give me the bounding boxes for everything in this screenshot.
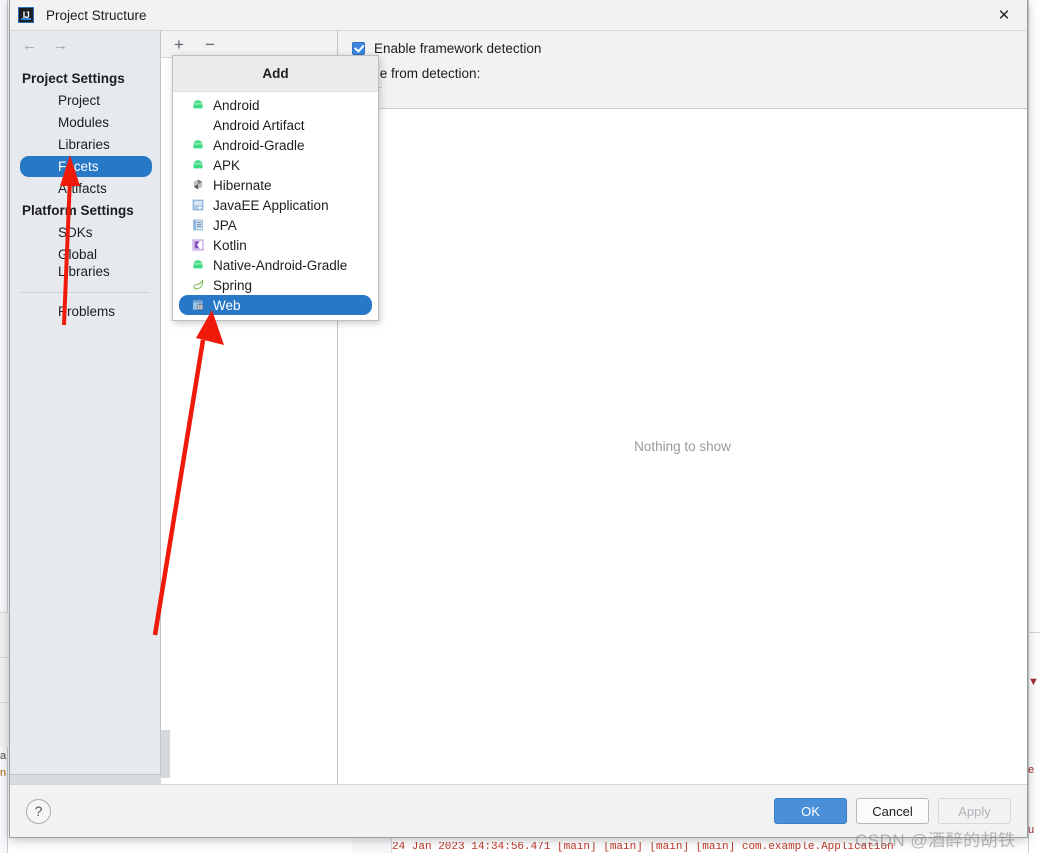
sidebar-item-facets[interactable]: Facets: [20, 156, 152, 177]
menu-item-label: Hibernate: [213, 177, 272, 193]
facet-detail-panel: Enable framework detection clude from de…: [338, 31, 1027, 784]
add-menu-header: Add: [173, 56, 378, 92]
close-icon[interactable]: ✕: [981, 0, 1027, 30]
ok-button[interactable]: OK: [774, 798, 847, 824]
framework-detection-box: Enable framework detection clude from de…: [338, 31, 1027, 109]
project-structure-dialog: IJ Project Structure ✕ ← → Project Setti…: [9, 0, 1028, 838]
menu-item-android-gradle[interactable]: Android-Gradle: [173, 135, 378, 155]
menu-item-label: JavaEE Application: [213, 197, 329, 213]
help-button[interactable]: ?: [26, 798, 51, 824]
background-right-column: [1028, 0, 1040, 853]
background-console-gutter: [352, 836, 392, 853]
apply-button: Apply: [938, 798, 1011, 824]
menu-item-javaee-application[interactable]: JavaEE Application: [173, 195, 378, 215]
add-facet-button[interactable]: +: [169, 34, 189, 54]
menu-item-label: Web: [213, 297, 241, 313]
menu-item-web[interactable]: Web: [179, 295, 372, 315]
blank-icon: [191, 118, 205, 132]
background-left-tab-3: [0, 702, 9, 747]
sidebar-item-global-libraries[interactable]: Global Libraries: [20, 244, 152, 282]
background-left-tab-1: [0, 612, 9, 657]
detail-empty-area: Nothing to show: [338, 109, 1027, 784]
menu-item-label: Spring: [213, 277, 253, 293]
background-right-fragment-e: e: [1028, 764, 1035, 776]
kotlin-icon: [191, 238, 205, 252]
sidebar-list: Project Settings Project Modules Librari…: [10, 59, 160, 323]
sidebar-group-project-settings: Project Settings: [22, 71, 125, 86]
menu-item-label: Kotlin: [213, 237, 247, 253]
settings-sidebar: ← → Project Settings Project Modules Lib…: [10, 31, 161, 784]
javaee-icon: [191, 198, 205, 212]
facets-toolbar: + −: [161, 31, 337, 58]
arrow-left-icon[interactable]: ←: [22, 38, 37, 53]
menu-item-label: Android-Gradle: [213, 137, 305, 153]
background-console-line: 24 Jan 2023 14:34:56.471 [main] [main] […: [392, 842, 894, 853]
web-icon: [191, 298, 205, 312]
sidebar-navigation: ← →: [10, 31, 160, 59]
enable-framework-detection-label: Enable framework detection: [374, 41, 542, 56]
enable-detection-row: Enable framework detection: [352, 41, 1013, 56]
add-menu-list: Android Android Artifact Android-Gradle …: [173, 92, 378, 320]
menu-item-android[interactable]: Android: [173, 95, 378, 115]
sidebar-divider: [20, 292, 150, 293]
enable-framework-detection-checkbox[interactable]: [352, 42, 365, 55]
background-left-tab-2: [0, 657, 9, 702]
menu-item-label: Android: [213, 97, 260, 113]
facets-scrollbar[interactable]: [161, 730, 170, 778]
sidebar-item-modules[interactable]: Modules: [20, 112, 152, 133]
android-icon: [191, 258, 205, 272]
android-icon: [191, 138, 205, 152]
menu-item-label: APK: [213, 157, 241, 173]
sidebar-item-libraries[interactable]: Libraries: [20, 134, 152, 155]
exclude-from-detection-label: clude from detection:: [355, 66, 481, 81]
sidebar-item-project[interactable]: Project: [20, 90, 152, 111]
sidebar-item-artifacts[interactable]: Artifacts: [20, 178, 152, 199]
menu-item-jpa[interactable]: JPA: [173, 215, 378, 235]
menu-item-apk[interactable]: APK: [173, 155, 378, 175]
background-right-fragment-caret: ▼: [1028, 676, 1039, 688]
menu-item-android-artifact[interactable]: Android Artifact: [173, 115, 378, 135]
dialog-button-bar: ? OK Cancel Apply: [10, 784, 1027, 837]
hibernate-icon: [191, 178, 205, 192]
sidebar-item-problems[interactable]: Problems: [20, 301, 152, 322]
menu-item-label: Android Artifact: [213, 117, 305, 133]
menu-item-label: JPA: [213, 217, 237, 233]
dialog-actions: OK Cancel Apply: [774, 798, 1011, 824]
menu-item-kotlin[interactable]: Kotlin: [173, 235, 378, 255]
sidebar-item-sdks[interactable]: SDKs: [20, 222, 152, 243]
cancel-button[interactable]: Cancel: [856, 798, 929, 824]
spring-icon: [191, 278, 205, 292]
nothing-to-show-message: Nothing to show: [634, 439, 731, 454]
arrow-right-icon[interactable]: →: [53, 38, 68, 53]
menu-item-native-android-gradle[interactable]: Native-Android-Gradle: [173, 255, 378, 275]
sidebar-group-platform-settings: Platform Settings: [22, 203, 134, 218]
dialog-titlebar: IJ Project Structure ✕: [10, 0, 1027, 31]
android-icon: [191, 98, 205, 112]
page-title: Project Structure: [46, 7, 147, 23]
menu-item-spring[interactable]: Spring: [173, 275, 378, 295]
add-facet-menu: Add Android Android Artifact Android-Gra…: [172, 55, 379, 321]
intellij-idea-icon: IJ: [18, 7, 34, 23]
android-icon: [191, 158, 205, 172]
jpa-icon: [191, 218, 205, 232]
background-right-divider-1: [1028, 632, 1040, 633]
background-right-fragment-u: u: [1028, 824, 1035, 836]
remove-facet-button[interactable]: −: [200, 34, 220, 54]
dialog-body: ← → Project Settings Project Modules Lib…: [10, 31, 1027, 784]
menu-item-label: Native-Android-Gradle: [213, 257, 348, 273]
menu-item-hibernate[interactable]: Hibernate: [173, 175, 378, 195]
sidebar-bottom-strip: [10, 774, 161, 784]
